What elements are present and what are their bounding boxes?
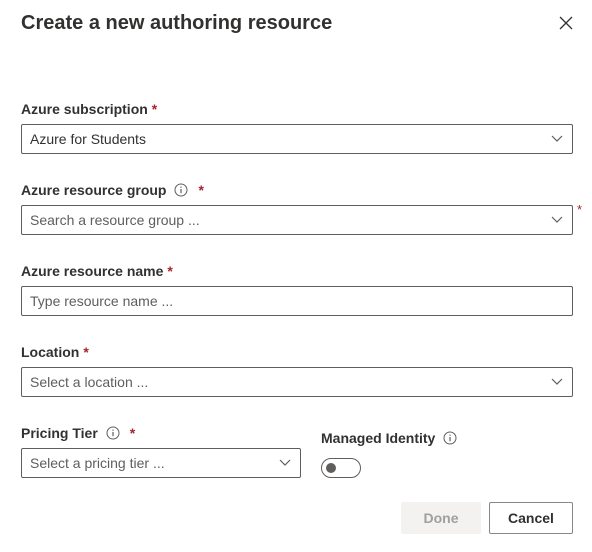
resource-name-placeholder: Type resource name ... xyxy=(30,293,174,309)
close-icon xyxy=(559,16,573,35)
info-icon[interactable] xyxy=(174,183,188,197)
chevron-down-icon xyxy=(550,132,564,146)
location-placeholder: Select a location ... xyxy=(30,374,149,390)
dialog-title: Create a new authoring resource xyxy=(21,12,333,34)
info-icon[interactable] xyxy=(443,431,457,445)
resource-name-input[interactable]: Type resource name ... xyxy=(21,286,573,316)
close-button[interactable] xyxy=(553,12,579,38)
location-dropdown[interactable]: Select a location ... xyxy=(21,367,573,397)
pricing-tier-dropdown[interactable]: Select a pricing tier ... xyxy=(21,448,301,478)
pricing-tier-placeholder: Select a pricing tier ... xyxy=(30,455,165,471)
required-mark: * xyxy=(129,425,136,441)
subscription-label-text: Azure subscription xyxy=(21,101,148,117)
cancel-button[interactable]: Cancel xyxy=(489,502,573,534)
managed-identity-label-text: Managed Identity xyxy=(321,430,436,446)
side-required-mark: * xyxy=(577,202,583,217)
info-icon[interactable] xyxy=(106,426,120,440)
pricing-tier-label-text: Pricing Tier xyxy=(21,425,98,441)
required-mark: * xyxy=(198,182,204,198)
toggle-knob xyxy=(326,463,336,473)
done-button[interactable]: Done xyxy=(401,502,481,534)
resource-group-label: Azure resource group * xyxy=(21,182,204,198)
required-mark: * xyxy=(167,263,173,279)
chevron-down-icon xyxy=(278,456,292,470)
resource-group-label-text: Azure resource group xyxy=(21,182,167,198)
chevron-down-icon xyxy=(550,213,564,227)
resource-name-label: Azure resource name * xyxy=(21,263,173,279)
pricing-tier-label: Pricing Tier * xyxy=(21,425,135,441)
subscription-value: Azure for Students xyxy=(30,131,146,147)
subscription-label: Azure subscription * xyxy=(21,101,157,117)
resource-name-label-text: Azure resource name xyxy=(21,263,164,279)
subscription-dropdown[interactable]: Azure for Students xyxy=(21,124,573,154)
required-mark: * xyxy=(151,101,158,117)
managed-identity-toggle[interactable] xyxy=(321,458,361,478)
location-label: Location * xyxy=(21,344,89,360)
location-label-text: Location xyxy=(21,344,80,360)
required-mark: * xyxy=(83,344,89,360)
managed-identity-label: Managed Identity xyxy=(321,430,457,446)
resource-group-combobox[interactable]: Search a resource group ... xyxy=(21,205,573,235)
create-resource-dialog: Create a new authoring resource Azure su… xyxy=(0,0,592,552)
chevron-down-icon xyxy=(550,375,564,389)
resource-group-placeholder: Search a resource group ... xyxy=(30,212,200,228)
